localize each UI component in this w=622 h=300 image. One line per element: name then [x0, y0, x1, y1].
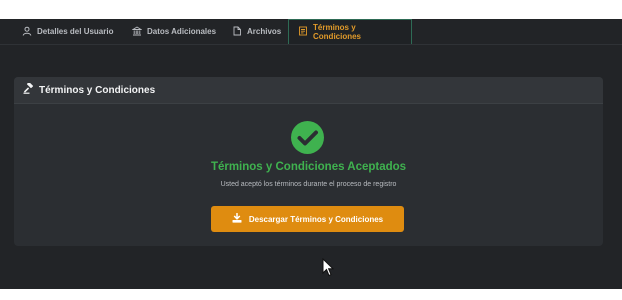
mouse-pointer-icon [322, 258, 334, 277]
tab-label: Datos Adicionales [147, 27, 217, 36]
app-frame: Detalles del Usuario Datos Adicionales A… [0, 19, 622, 289]
tab-label: Detalles del Usuario [37, 27, 114, 36]
gavel-icon [23, 81, 34, 99]
download-button-label: Descargar Términos y Condiciones [248, 214, 384, 224]
download-icon [232, 212, 242, 225]
tab-terms[interactable]: Términos y Condiciones [288, 19, 412, 44]
document-list-icon [298, 26, 308, 38]
file-icon [232, 26, 242, 38]
accepted-title: Términos y Condiciones Aceptados [210, 161, 407, 173]
bank-icon [131, 25, 143, 38]
check-circle-icon [291, 121, 324, 154]
tab-additional-data[interactable]: Datos Adicionales [131, 19, 217, 44]
download-terms-button[interactable]: Descargar Términos y Condiciones [211, 206, 404, 232]
user-icon [22, 26, 32, 38]
accepted-subtitle: Usted aceptó los términos durante el pro… [220, 181, 397, 188]
tab-user-details[interactable]: Detalles del Usuario [22, 19, 113, 44]
terms-card: Términos y Condiciones Términos y Condic… [14, 77, 603, 246]
tab-bar: Detalles del Usuario Datos Adicionales A… [0, 19, 622, 45]
tab-files[interactable]: Archivos [232, 19, 281, 44]
tab-label: Términos y Condiciones [313, 23, 362, 41]
card-title: Términos y Condiciones [39, 84, 156, 96]
card-header: Términos y Condiciones [14, 77, 603, 104]
tab-label: Archivos [247, 27, 282, 36]
